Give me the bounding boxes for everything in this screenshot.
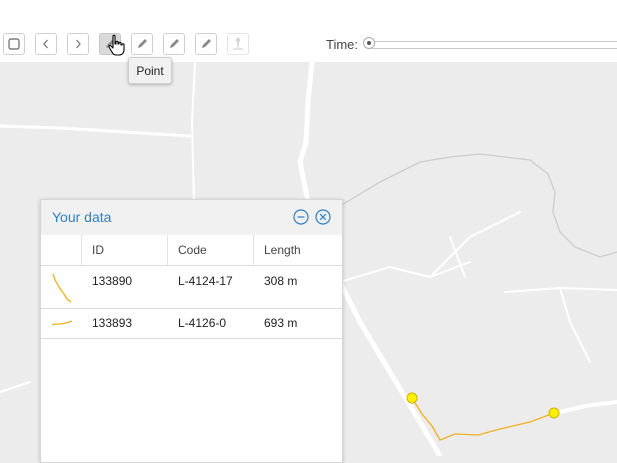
chevron-left-icon bbox=[43, 39, 48, 49]
row-code: L-4126-0 bbox=[178, 316, 227, 330]
column-header-length[interactable]: Length bbox=[264, 235, 301, 265]
column-separator bbox=[167, 235, 168, 265]
pencil-icon bbox=[170, 39, 179, 48]
road-north-west bbox=[191, 62, 196, 203]
row-id: 133893 bbox=[92, 316, 133, 330]
select-tool-button[interactable] bbox=[3, 33, 25, 55]
row-code: L-4124-17 bbox=[178, 274, 233, 288]
column-separator bbox=[253, 235, 254, 265]
chevron-right-icon bbox=[76, 39, 81, 49]
road-west bbox=[0, 124, 192, 138]
time-slider-handle[interactable] bbox=[363, 37, 375, 49]
row-length: 308 m bbox=[264, 274, 298, 288]
toolbar: Time: bbox=[0, 0, 617, 62]
panel-header[interactable]: Your data bbox=[41, 200, 342, 235]
east-road bbox=[550, 400, 617, 416]
west-road-2 bbox=[0, 381, 31, 393]
stream-line bbox=[329, 153, 617, 258]
pin-tool-button[interactable] bbox=[227, 33, 249, 55]
track-node-start bbox=[406, 392, 418, 404]
pin-icon bbox=[233, 37, 243, 50]
hand-cursor-icon bbox=[108, 34, 125, 56]
minimize-icon[interactable] bbox=[293, 209, 309, 225]
time-slider-track[interactable] bbox=[370, 41, 617, 49]
column-separator bbox=[81, 235, 82, 265]
close-icon[interactable] bbox=[315, 209, 331, 225]
tool-tooltip: Point bbox=[128, 57, 172, 84]
track-thumbnail-icon bbox=[52, 273, 72, 303]
side-road-2 bbox=[429, 211, 521, 278]
back-button[interactable] bbox=[35, 33, 57, 55]
side-road-1 bbox=[339, 261, 471, 283]
table-row[interactable]: 133893 L-4126-0 693 m bbox=[41, 309, 342, 339]
column-header-code[interactable]: Code bbox=[178, 235, 207, 265]
column-header-id[interactable]: ID bbox=[92, 235, 104, 265]
your-data-panel: Your data ID Code Length 133890 L-4124-1… bbox=[40, 199, 343, 463]
pencil-icon bbox=[202, 39, 211, 48]
table-row[interactable]: 133890 L-4124-17 308 m bbox=[41, 266, 342, 309]
selected-track-line bbox=[411, 397, 555, 441]
time-label: Time: bbox=[326, 37, 359, 52]
square-icon bbox=[8, 38, 20, 50]
polygon-tool-button[interactable] bbox=[163, 33, 185, 55]
row-length: 693 m bbox=[264, 316, 298, 330]
edit-tool-button[interactable] bbox=[195, 33, 217, 55]
line-tool-button[interactable] bbox=[131, 33, 153, 55]
track-node-end bbox=[548, 407, 560, 419]
track-thumbnail-icon bbox=[51, 320, 73, 326]
pencil-icon bbox=[138, 39, 147, 48]
side-road-5 bbox=[559, 287, 591, 363]
data-table: ID Code Length 133890 L-4124-17 308 m 13… bbox=[41, 235, 342, 339]
panel-title: Your data bbox=[52, 209, 112, 225]
forward-button[interactable] bbox=[67, 33, 89, 55]
row-id: 133890 bbox=[92, 274, 133, 288]
table-header: ID Code Length bbox=[41, 235, 342, 266]
